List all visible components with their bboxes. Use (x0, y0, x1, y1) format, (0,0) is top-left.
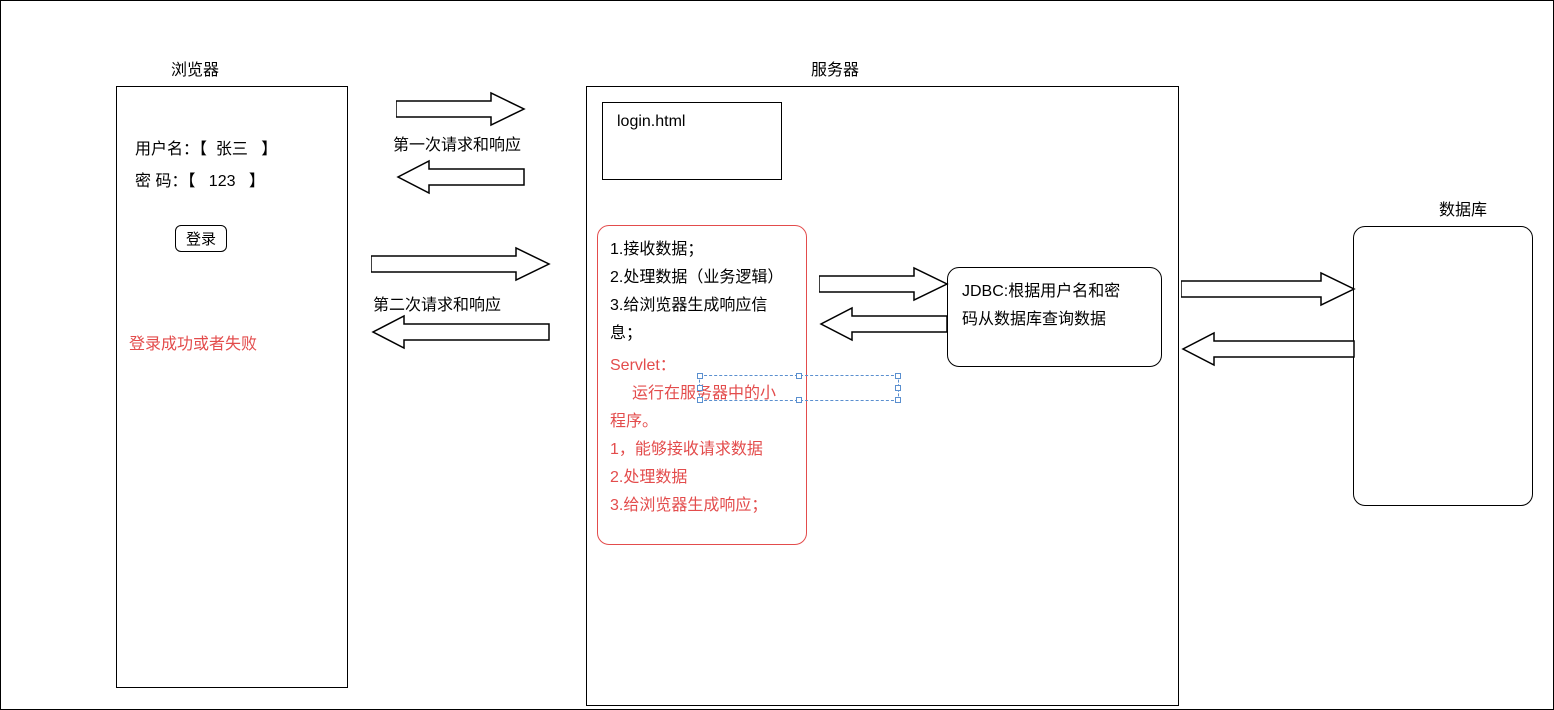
login-html-box: login.html (602, 102, 782, 180)
servlet-step2: 2.处理数据（业务逻辑） (610, 264, 794, 292)
database-title: 数据库 (1439, 196, 1487, 220)
login-result-text: 登录成功或者失败 (129, 330, 257, 354)
password-label: 密 码：【 123 】 (135, 167, 265, 191)
database-box (1353, 226, 1533, 506)
arrow-left-icon (819, 306, 949, 342)
arrow-left-icon (396, 159, 526, 195)
server-title: 服务器 (811, 56, 859, 80)
login-button[interactable]: 登录 (175, 225, 227, 252)
arrow-right-icon (1181, 271, 1356, 307)
jdbc-line2: 码从数据库查询数据 (962, 306, 1147, 334)
servlet-step1: 1.接收数据； (610, 236, 794, 264)
servlet-list3: 3.给浏览器生成响应； (610, 492, 794, 520)
arrow-left-icon (1181, 331, 1356, 367)
arrow-right-icon (819, 266, 949, 302)
username-label: 用户名：【 张三 】 (135, 135, 277, 159)
servlet-step3: 3.给浏览器生成响应信息； (610, 292, 794, 348)
flow-second-label: 第二次请求和响应 (373, 291, 501, 315)
login-html-label: login.html (617, 113, 685, 130)
selection-indicator (699, 375, 899, 401)
browser-title: 浏览器 (171, 56, 219, 80)
servlet-list2: 2.处理数据 (610, 464, 794, 492)
flow-first-label: 第一次请求和响应 (393, 131, 521, 155)
username-value: 张三 (216, 141, 248, 158)
server-box: login.html 1.接收数据； 2.处理数据（业务逻辑） 3.给浏览器生成… (586, 86, 1179, 706)
arrow-left-icon (371, 314, 551, 350)
browser-box: 用户名：【 张三 】 密 码：【 123 】 登录 登录成功或者失败 (116, 86, 348, 688)
arrow-right-icon (396, 91, 526, 127)
password-value: 123 (209, 173, 236, 190)
jdbc-box: JDBC:根据用户名和密 码从数据库查询数据 (947, 267, 1162, 367)
jdbc-line1: JDBC:根据用户名和密 (962, 278, 1147, 306)
servlet-list1: 1，能够接收请求数据 (610, 436, 794, 464)
arrow-right-icon (371, 246, 551, 282)
servlet-desc-b: 程序。 (610, 408, 794, 436)
diagram-canvas: 浏览器 服务器 数据库 用户名：【 张三 】 密 码：【 123 】 登录 登录… (0, 0, 1554, 710)
